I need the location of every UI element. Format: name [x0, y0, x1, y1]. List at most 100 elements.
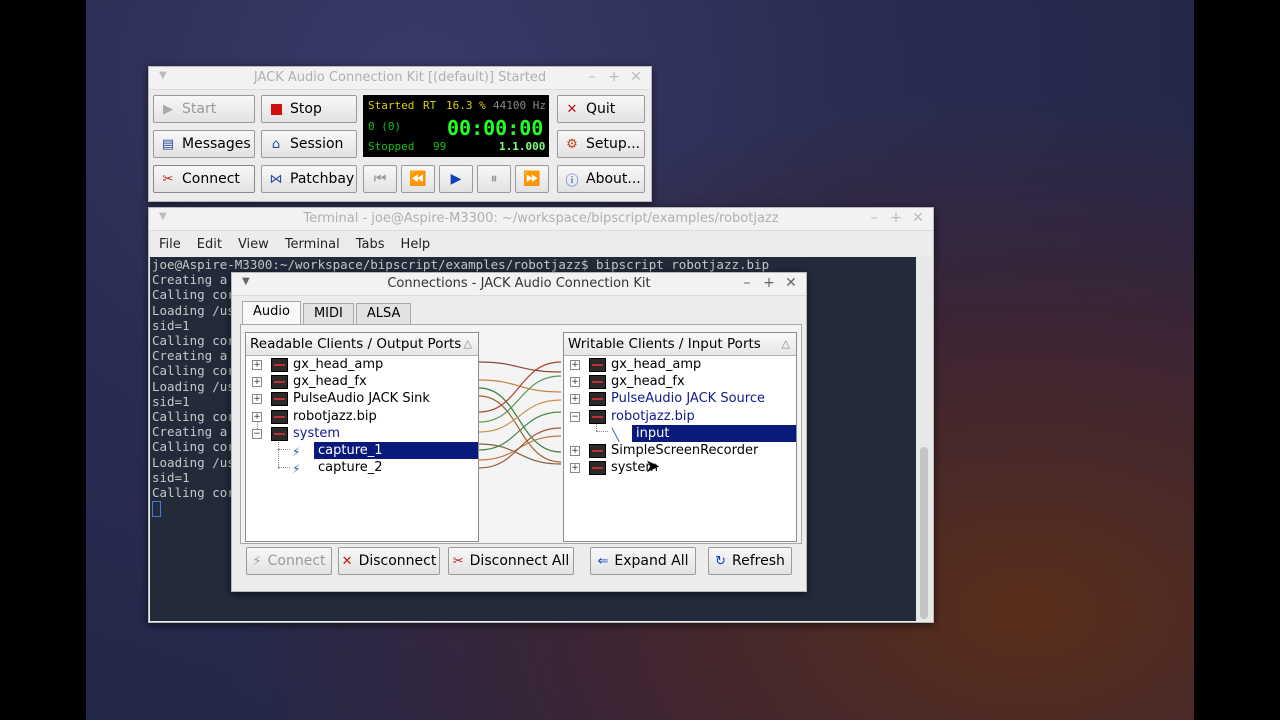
collapse-icon[interactable]: −	[570, 411, 580, 422]
menu-tabs[interactable]: Tabs	[356, 237, 385, 252]
disconnect-button[interactable]: ✕ Disconnect	[338, 547, 440, 575]
readable-client-row[interactable]: + gx_head_fx	[246, 373, 478, 390]
expand-icon[interactable]: +	[570, 377, 580, 388]
expand-all-icon: ⇐	[597, 553, 609, 569]
rewind-start-button[interactable]: ⏮	[363, 165, 397, 193]
maximize-icon[interactable]: +	[889, 210, 903, 226]
collapse-icon[interactable]: −	[252, 428, 262, 439]
writable-client-row[interactable]: + system	[564, 459, 796, 476]
quit-button[interactable]: ✕ Quit	[557, 95, 645, 123]
writable-client-row[interactable]: + gx_head_fx	[564, 373, 796, 390]
transport-time: 00:00:00	[447, 116, 544, 140]
tab-alsa[interactable]: ALSA	[355, 303, 412, 326]
connect-button[interactable]: ✂ Connect	[153, 165, 255, 193]
menu-help[interactable]: Help	[401, 237, 431, 252]
play-button[interactable]: ▶	[439, 165, 473, 193]
connection-line	[479, 399, 561, 433]
minimize-icon[interactable]: –	[740, 275, 754, 291]
writable-client-row[interactable]: + PulseAudio JACK Source	[564, 390, 796, 407]
pause-button[interactable]: ⏸	[477, 165, 511, 193]
close-icon[interactable]: ✕	[911, 210, 925, 226]
terminal-titlebar[interactable]: ▼ Terminal - joe@Aspire-M3300: ~/workspa…	[149, 208, 933, 231]
readable-port-row[interactable]: ⚡ capture_2	[246, 459, 478, 476]
expand-all-button[interactable]: ⇐ Expand All	[590, 547, 696, 575]
readable-client-row[interactable]: + PulseAudio JACK Sink	[246, 390, 478, 407]
patchbay-icon: ⋈	[269, 171, 283, 187]
setup-button[interactable]: ⚙ Setup...	[557, 130, 645, 158]
connect-icon: ⚡	[252, 553, 262, 569]
writable-client-row[interactable]: − robotjazz.bip	[564, 408, 796, 425]
minimize-icon[interactable]: –	[585, 69, 599, 85]
fast-forward-icon: ⏩	[523, 171, 541, 187]
connections-window: ▼ Connections - JACK Audio Connection Ki…	[231, 272, 807, 592]
readable-port-row[interactable]: ⚡ capture_1	[246, 441, 478, 459]
connections-titlebar[interactable]: ▼ Connections - JACK Audio Connection Ki…	[232, 273, 806, 296]
tab-midi[interactable]: MIDI	[302, 303, 354, 326]
expand-icon[interactable]: +	[252, 394, 262, 405]
minimize-icon[interactable]: –	[867, 210, 881, 226]
expand-icon[interactable]: +	[570, 360, 580, 370]
about-button[interactable]: ⓘ About...	[557, 165, 645, 193]
jack-title: JACK Audio Connection Kit [(default)] St…	[253, 70, 547, 85]
refresh-button[interactable]: ↻ Refresh	[708, 547, 792, 575]
start-button[interactable]: ▶ Start	[153, 95, 255, 123]
info-icon: ⓘ	[565, 173, 579, 189]
expand-icon[interactable]: +	[570, 394, 580, 405]
readable-client-row[interactable]: + robotjazz.bip	[246, 408, 478, 425]
readable-header[interactable]: Readable Clients / Output Ports △	[246, 333, 478, 356]
menu-view[interactable]: View	[238, 237, 269, 252]
connections-canvas[interactable]	[479, 332, 561, 540]
patchbay-button[interactable]: ⋈ Patchbay	[261, 165, 357, 193]
readable-client-row[interactable]: + gx_head_amp	[246, 356, 478, 373]
transport-bbt: 1.1.000	[499, 140, 546, 153]
expand-icon[interactable]: +	[252, 411, 262, 422]
messages-button[interactable]: ▤ Messages	[153, 130, 255, 158]
xrun-count: 0 (0)	[368, 120, 402, 133]
jack-titlebar[interactable]: ▼ JACK Audio Connection Kit [(default)] …	[149, 67, 651, 90]
forward-button[interactable]: ⏩	[515, 165, 549, 193]
maximize-icon[interactable]: +	[607, 69, 621, 85]
rewind-icon: ⏪	[409, 171, 427, 187]
server-status: Started	[368, 99, 415, 112]
expand-icon[interactable]: +	[252, 377, 262, 388]
dsp-load: 16.3 %	[446, 99, 486, 112]
writable-header[interactable]: Writable Clients / Input Ports △	[564, 333, 796, 356]
transport-state: Stopped	[368, 140, 415, 153]
maximize-icon[interactable]: +	[762, 275, 776, 291]
client-icon	[589, 409, 606, 424]
mouse-pointer-icon: ➤	[645, 456, 661, 477]
expand-icon[interactable]: +	[252, 360, 262, 370]
rt-label: RT	[423, 99, 437, 112]
readable-clients-list[interactable]: Readable Clients / Output Ports △ + gx_hea…	[245, 332, 479, 542]
terminal-menubar: File Edit View Terminal Tabs Help	[149, 231, 933, 257]
play-icon: ▶	[450, 171, 462, 187]
session-button[interactable]: ⌂ Session	[261, 130, 357, 158]
status-display[interactable]: Started RT 16.3 % 44100 Hz 0 (0) 00:00:0…	[363, 95, 549, 157]
writable-client-row[interactable]: + SimpleScreenRecorder	[564, 442, 796, 459]
terminal-scrollbar[interactable]	[916, 257, 932, 621]
messages-icon: ▤	[161, 136, 175, 152]
scrollbar-thumb[interactable]	[920, 447, 928, 619]
expand-icon[interactable]: +	[570, 445, 580, 456]
sample-rate: 44100 Hz	[493, 99, 546, 112]
menu-edit[interactable]: Edit	[197, 237, 222, 252]
connect-button[interactable]: ⚡ Connect	[246, 547, 332, 575]
client-icon	[589, 392, 606, 407]
terminal-line: joe@Aspire-M3300:~/workspace/bipscript/e…	[152, 257, 770, 272]
disconnect-icon: ✕	[341, 553, 353, 569]
rewind-button[interactable]: ⏪	[401, 165, 435, 193]
stop-button[interactable]: Stop	[261, 95, 357, 123]
terminal-cursor	[152, 500, 161, 517]
writable-client-row[interactable]: + gx_head_amp	[564, 356, 796, 373]
tab-audio[interactable]: Audio	[242, 301, 301, 326]
menu-terminal[interactable]: Terminal	[285, 237, 340, 252]
disconnect-all-button[interactable]: ✂ Disconnect All	[448, 547, 574, 575]
transport-bpm: 99	[433, 140, 447, 153]
close-icon[interactable]: ✕	[784, 275, 798, 291]
readable-client-row[interactable]: − system	[246, 425, 478, 442]
close-icon[interactable]: ✕	[629, 69, 643, 85]
writable-port-row[interactable]: ╲ input	[564, 424, 796, 442]
writable-clients-list[interactable]: Writable Clients / Input Ports △ + gx_head…	[563, 332, 797, 542]
expand-icon[interactable]: +	[570, 463, 580, 474]
menu-file[interactable]: File	[159, 237, 181, 252]
